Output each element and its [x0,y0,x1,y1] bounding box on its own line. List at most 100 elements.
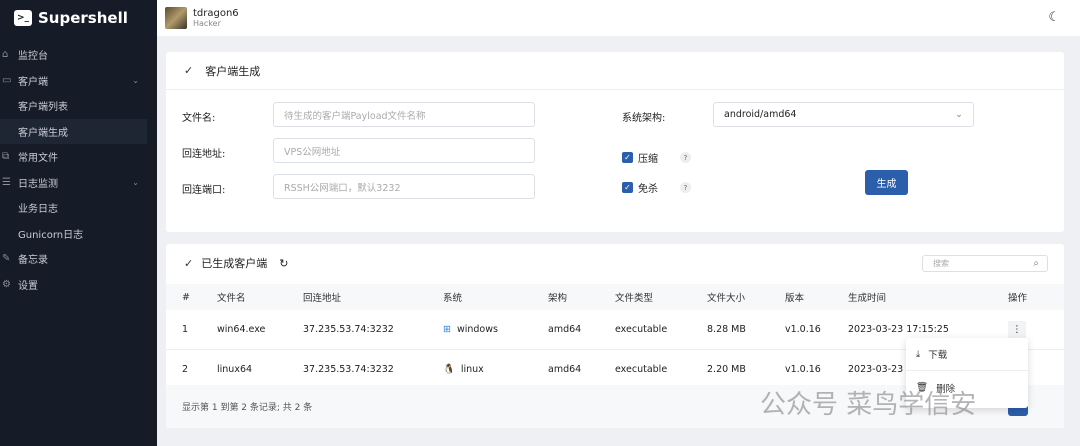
cell-type: executable [599,349,691,390]
port-label: 回连端口: [182,185,226,196]
chevron-down-icon: ⌄ [132,177,139,187]
monitor-icon: ▭ [2,74,12,86]
filename-label: 文件名: [182,113,216,124]
table-header: # 文件名 回连地址 系统 架构 文件类型 文件大小 版本 生成时间 操作 [166,284,1064,310]
os-name: linux [460,363,484,375]
refresh-icon[interactable]: ↻ [279,257,288,270]
col-time: 生成时间 [832,284,992,310]
col-filename: 文件名 [201,284,287,310]
arch-select[interactable]: android/amd64 ⌄ [713,102,974,127]
cell-os: 🐧 linux [427,349,532,390]
address-label: 回连地址: [182,149,226,160]
files-icon: ⧉ [2,151,10,163]
username: tdragon6 [193,8,239,19]
cell-filename: win64.exe [201,310,287,350]
checkbox-checked-icon: ✓ [622,182,633,193]
user-role: Hacker [193,19,221,28]
checkbox-checked-icon: ✓ [622,152,633,163]
search-icon[interactable]: ⌕ [1033,258,1039,269]
sidebar-item-business-log[interactable]: 业务日志 [0,195,157,221]
check-icon: ✓ [184,256,194,270]
col-address: 回连地址 [287,284,427,310]
cell-address: 37.235.53.74:3232 [287,349,427,390]
gear-icon: ⚙ [2,278,11,290]
more-vertical-icon[interactable]: ⋮ [1008,320,1026,339]
log-icon: ☰ [2,176,11,188]
label: 监控台 [18,51,48,63]
cell-arch: amd64 [532,310,599,350]
filename-input[interactable]: 待生成的客户端Payload文件名称 [273,102,535,127]
cell-index: 2 [166,349,201,390]
label: 日志监测 [18,178,58,190]
label: 设置 [18,280,38,292]
pen-icon: ✎ [2,253,11,265]
os-name: windows [456,324,498,335]
chevron-down-icon: ⌄ [132,75,139,85]
label: 客户端列表 [18,102,68,114]
app-name: Supershell [38,9,128,27]
chevron-down-icon: ⌄ [955,109,963,120]
label: 客户端 [18,76,48,88]
arch-label: 系统架构: [622,113,666,124]
col-size: 文件大小 [691,284,769,310]
sidebar-item-gunicorn-log[interactable]: Gunicorn日志 [0,221,157,247]
address-input[interactable]: VPS公网地址 [273,138,535,163]
check-icon: ✓ [184,64,194,77]
avoid-checkbox[interactable]: ✓ 免杀? [622,180,691,195]
col-version: 版本 [769,284,832,310]
avatar[interactable] [165,7,187,29]
generate-card: ✓ 客户端生成 文件名: 待生成的客户端Payload文件名称 回连地址: VPS… [166,52,1064,232]
user-info: tdragon6 Hacker [193,8,239,28]
help-icon[interactable]: ? [680,182,691,193]
col-type: 文件类型 [599,284,691,310]
label: 下载 [928,350,948,361]
sidebar-item-memo[interactable]: ✎ 备忘录 [0,246,157,272]
cell-type: executable [599,310,691,350]
sidebar-item-dashboard[interactable]: ⌂ 监控台 [0,42,157,68]
sidebar-item-logs[interactable]: ☰ 日志监测 ⌄ [0,170,157,196]
cell-address: 37.235.53.74:3232 [287,310,427,350]
dark-mode-toggle-icon[interactable]: ☾ [1048,10,1060,25]
sidebar-item-settings[interactable]: ⚙ 设置 [0,272,157,298]
app-logo[interactable]: >_ Supershell [0,0,157,36]
sidebar-item-client-list[interactable]: 客户端列表 [0,93,157,119]
col-arch: 架构 [532,284,599,310]
arch-value: android/amd64 [724,109,797,120]
generate-button[interactable]: 生成 [865,170,908,195]
title-text: 已生成客户端 [201,257,268,270]
sidebar-item-clients[interactable]: ▭ 客户端 ⌄ [0,68,157,94]
label: 客户端生成 [18,127,68,139]
col-os: 系统 [427,284,532,310]
label: 业务日志 [18,204,58,216]
terminal-icon: >_ [14,10,32,26]
col-index: # [166,284,201,310]
linux-icon: 🐧 [443,363,455,375]
pagination-info: 显示第 1 到第 2 条记录; 共 2 条 [182,403,313,413]
cell-size: 2.20 MB [691,349,769,390]
cell-arch: amd64 [532,349,599,390]
sidebar: >_ Supershell ⌂ 监控台 ▭ 客户端 ⌄ 客户端列表 客户端生成 ⧉ 常用文… [0,0,157,446]
compress-checkbox[interactable]: ✓ 压缩? [622,150,691,165]
menu-item-download[interactable]: ⤓ 下载 [906,338,1028,371]
windows-icon: ⊞ [443,324,451,335]
help-icon[interactable]: ? [680,152,691,163]
cell-index: 1 [166,310,201,350]
sidebar-item-files[interactable]: ⧉ 常用文件 [0,144,157,170]
watermark: 公众号 菜鸟学信安 [760,390,977,420]
label: 备忘录 [18,255,48,267]
title-text: 客户端生成 [205,64,261,78]
search-placeholder: 搜索 [933,259,949,268]
col-actions: 操作 [992,284,1064,310]
cell-filename: linux64 [201,349,287,390]
search-input[interactable]: 搜索 ⌕ [922,255,1048,272]
card-title: ✓ 客户端生成 [166,52,1064,90]
download-icon: ⤓ [916,348,921,360]
cell-size: 8.28 MB [691,310,769,350]
cell-version: v1.0.16 [769,310,832,350]
cell-os: ⊞ windows [427,310,532,350]
sidebar-item-client-generate[interactable]: 客户端生成 [0,118,147,144]
label: 常用文件 [18,153,58,165]
port-input[interactable]: RSSH公网端口，默认3232 [273,174,535,199]
top-header: tdragon6 Hacker ☾ [157,0,1080,36]
avoid-label: 免杀 [638,184,658,195]
